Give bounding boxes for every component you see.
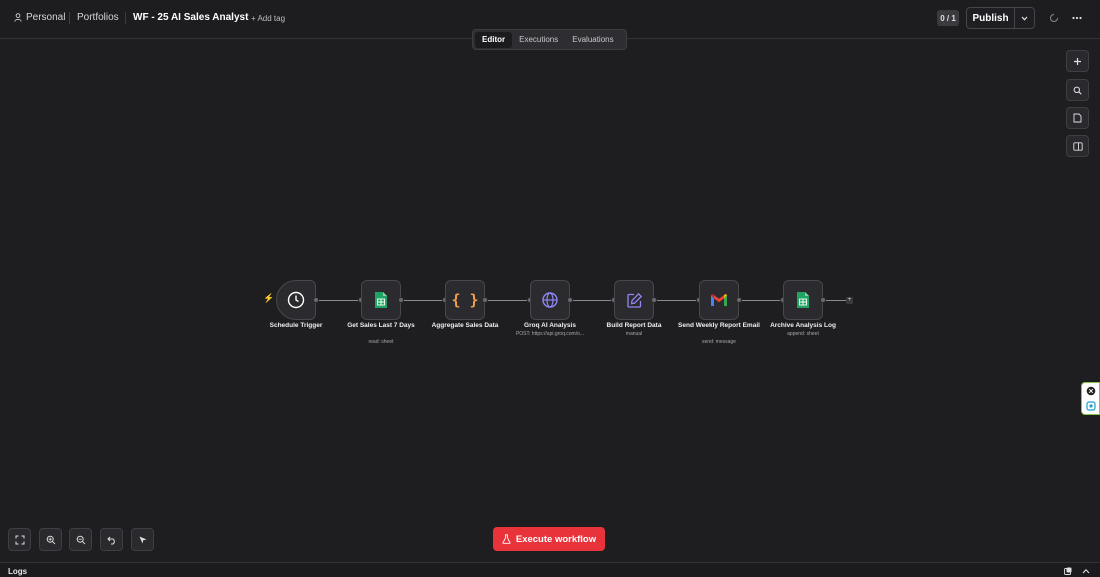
chevron-up-icon[interactable]	[1082, 568, 1090, 574]
publish-button[interactable]: Publish	[967, 8, 1015, 28]
node-output-handle[interactable]	[482, 297, 488, 303]
breadcrumb-portfolios-label: Portfolios	[77, 12, 119, 23]
edit-icon	[626, 292, 643, 309]
globe-icon	[541, 291, 559, 309]
google-sheets-icon	[374, 291, 388, 309]
workflow-node[interactable]: { }	[445, 280, 485, 320]
add-tag-button[interactable]: + Add tag	[251, 14, 285, 23]
node-subtitle: send: message	[702, 339, 736, 345]
execute-workflow-button[interactable]: Execute workflow	[493, 527, 605, 551]
trigger-bolt-icon: ⚡	[263, 293, 275, 303]
workflow-node[interactable]	[783, 280, 823, 320]
node-output-handle[interactable]	[736, 297, 742, 303]
user-icon	[14, 13, 22, 22]
breadcrumb-portfolios[interactable]: Portfolios	[77, 12, 119, 23]
workflow-node[interactable]	[276, 280, 316, 320]
zoom-in-button[interactable]	[39, 528, 62, 551]
add-next-node-icon[interactable]: +	[846, 297, 853, 304]
node-output-handle[interactable]	[651, 297, 657, 303]
logs-panel-bar[interactable]: Logs	[0, 562, 1100, 577]
pointer-mode-button[interactable]	[131, 528, 154, 551]
node-output-handle[interactable]	[398, 297, 404, 303]
fit-view-button[interactable]	[8, 528, 31, 551]
workflow-node[interactable]	[361, 280, 401, 320]
zoom-out-icon	[76, 535, 85, 544]
workflow-node[interactable]	[699, 280, 739, 320]
breadcrumb-personal-label: Personal	[26, 12, 66, 23]
breadcrumb-divider	[125, 12, 126, 24]
node-subtitle: read: sheet	[368, 339, 394, 345]
node-connector	[404, 300, 443, 301]
refresh-icon[interactable]	[1047, 11, 1061, 25]
workflow-canvas[interactable]: ⚡ Schedule Trigger Get Sales Last 7 Days re…	[0, 40, 1100, 560]
undo-icon	[106, 536, 115, 544]
node-output-handle[interactable]	[567, 297, 573, 303]
logs-label: Logs	[8, 567, 28, 576]
code-braces-icon: { }	[451, 291, 479, 309]
breadcrumb-personal[interactable]: Personal	[14, 12, 65, 23]
workflow-node[interactable]	[614, 280, 654, 320]
popout-icon[interactable]	[1064, 567, 1072, 575]
node-subtitle: append: sheet	[787, 331, 819, 337]
active-counter-badge: 0 / 1	[937, 10, 959, 26]
workflow-node[interactable]	[530, 280, 570, 320]
workflow-title[interactable]: WF - 25 AI Sales Analyst	[133, 12, 248, 23]
zoom-out-button[interactable]	[69, 528, 92, 551]
node-connector	[742, 300, 781, 301]
zoom-in-icon	[46, 535, 55, 544]
cursor-icon	[139, 536, 146, 543]
node-output-handle[interactable]	[313, 297, 319, 303]
node-connector	[488, 300, 527, 301]
flask-icon	[502, 534, 511, 544]
node-label: Archive Analysis Log	[770, 322, 836, 329]
undo-button[interactable]	[100, 528, 123, 551]
more-options-icon[interactable]	[1070, 11, 1084, 25]
node-connector	[657, 300, 696, 301]
node-connector	[826, 300, 846, 301]
node-connector	[573, 300, 612, 301]
node-subtitle: manual	[625, 331, 643, 337]
publish-button-group: Publish	[966, 7, 1035, 29]
breadcrumb-divider	[69, 12, 70, 24]
execute-workflow-label: Execute workflow	[515, 533, 597, 545]
publish-dropdown-button[interactable]	[1015, 8, 1034, 28]
chevron-down-icon	[1021, 16, 1028, 21]
clock-icon	[287, 291, 305, 309]
node-connector	[319, 300, 358, 301]
node-output-handle[interactable]	[820, 297, 826, 303]
gmail-icon	[710, 293, 728, 307]
google-sheets-icon	[796, 291, 810, 309]
fit-view-icon	[15, 535, 24, 544]
